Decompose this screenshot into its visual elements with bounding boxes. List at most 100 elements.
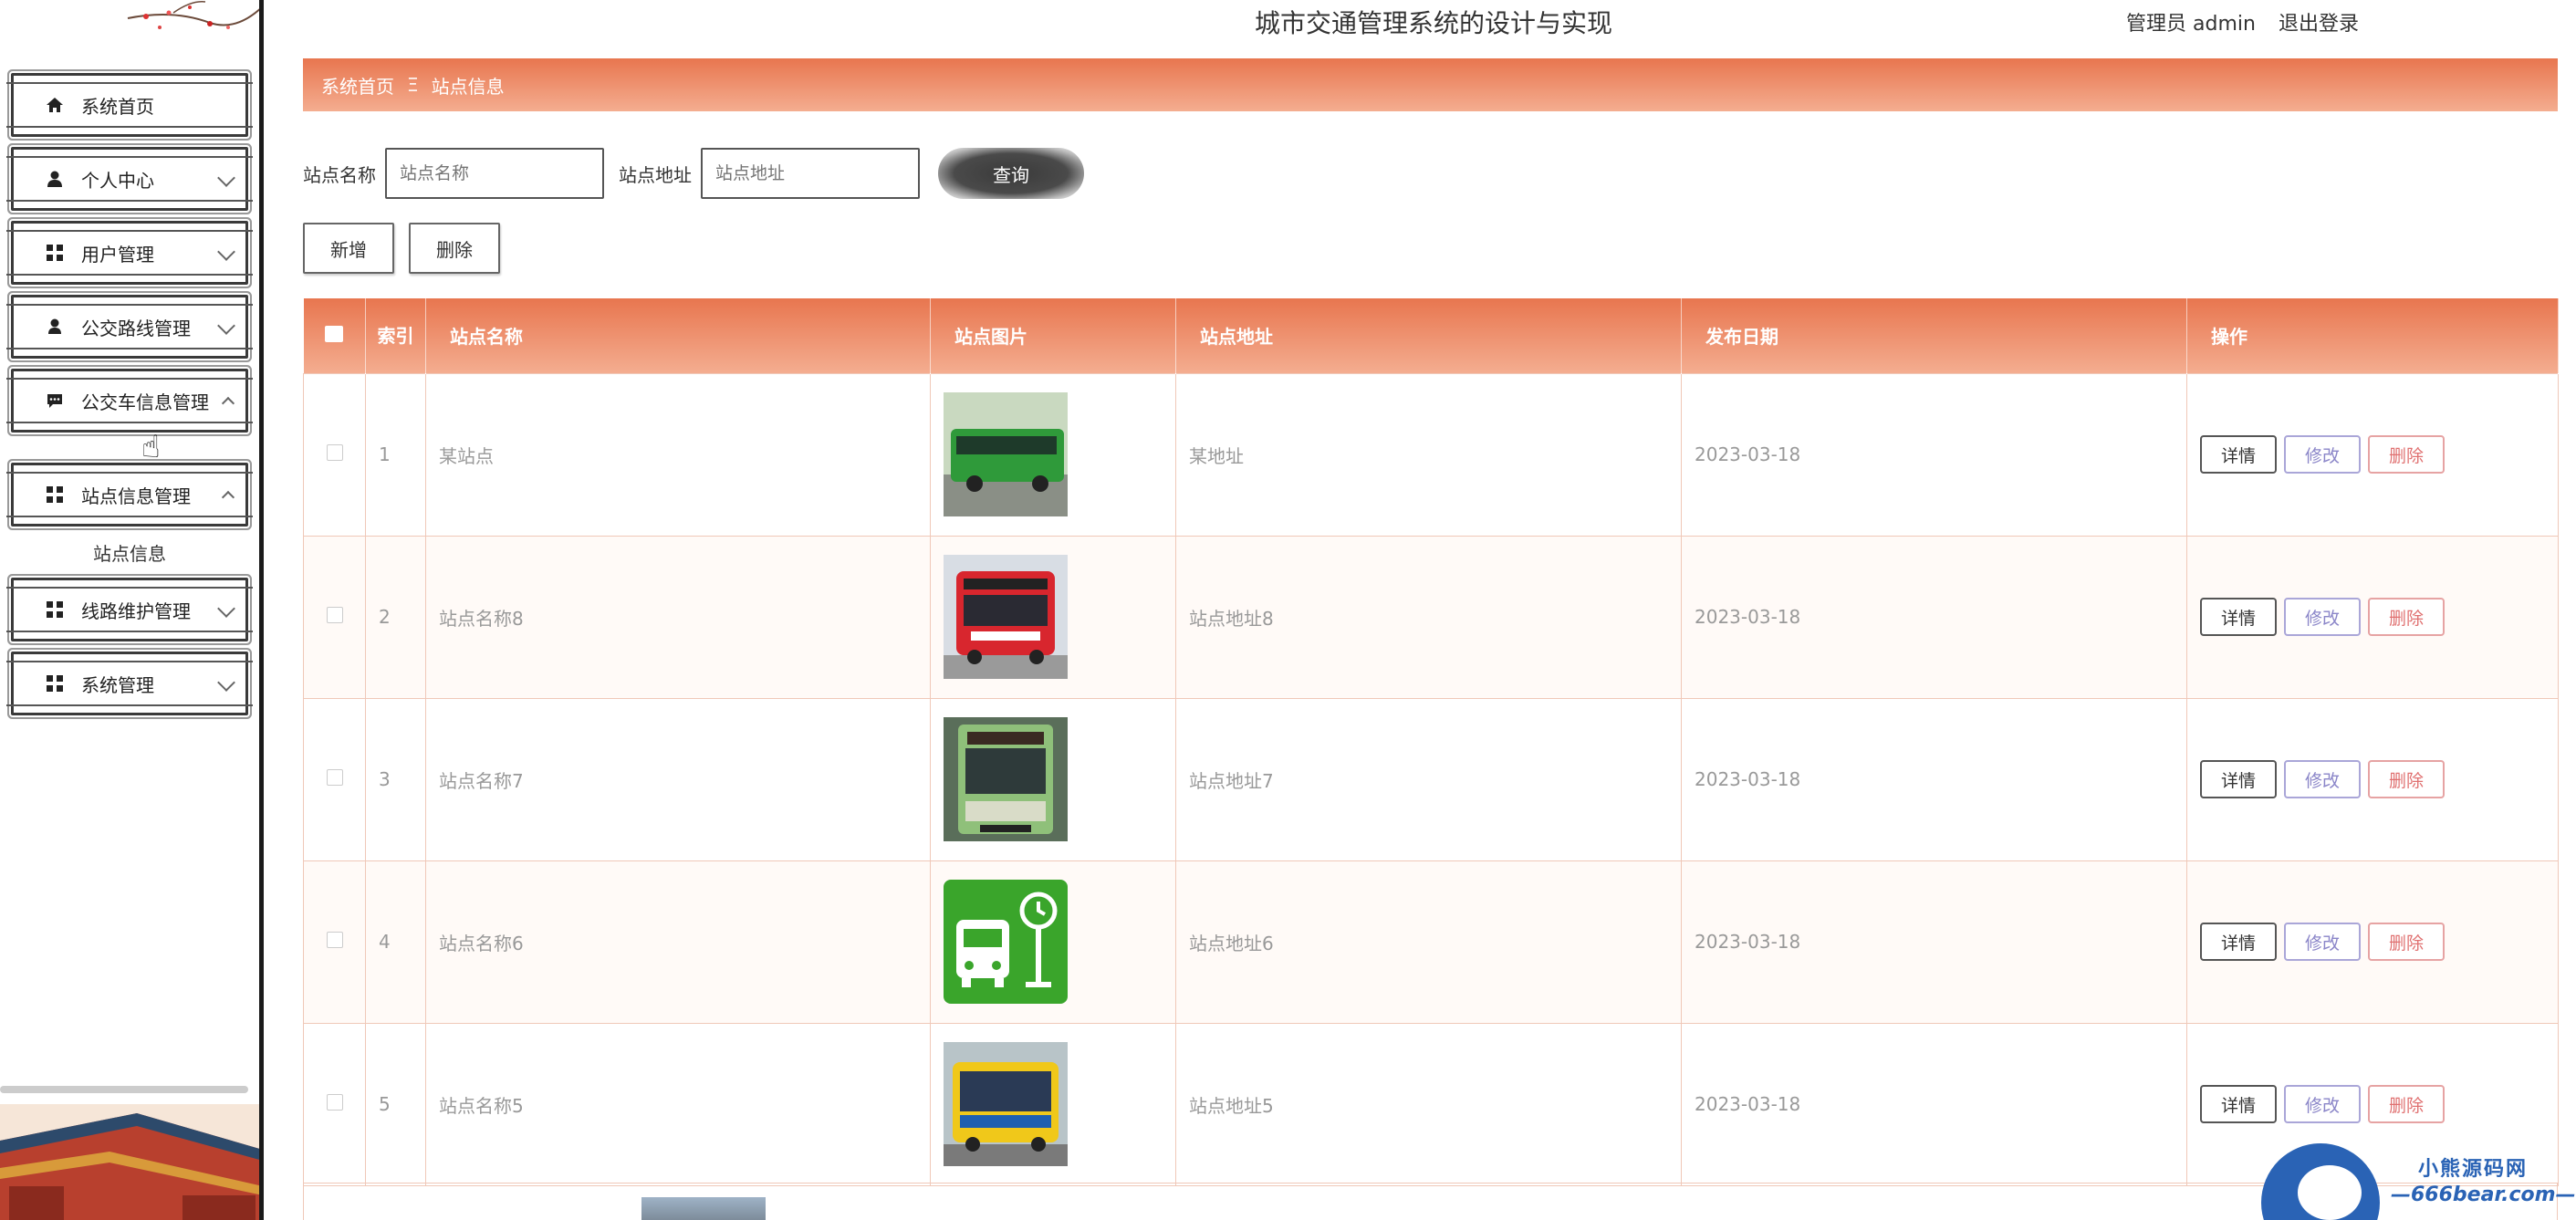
- row-checkbox-cell[interactable]: [303, 697, 366, 861]
- delete-button[interactable]: 删除: [2368, 1085, 2445, 1123]
- sidebar-item-label: 线路维护管理: [81, 600, 191, 622]
- edit-button[interactable]: 修改: [2284, 760, 2361, 798]
- table-row: 2 站点名称8 站点地址8 2023-03-18 详情 修改 删除: [303, 535, 2559, 699]
- name-cell: 站点名称6: [425, 860, 931, 1024]
- row-checkbox-cell[interactable]: [303, 860, 366, 1024]
- add-button[interactable]: 新增: [303, 223, 394, 274]
- sidebar-item-bus-info-management[interactable]: 公交车信息管理: [6, 369, 253, 433]
- row-checkbox-cell[interactable]: [303, 1022, 366, 1186]
- detail-button[interactable]: 详情: [2200, 435, 2277, 474]
- edit-button[interactable]: 修改: [2284, 923, 2361, 961]
- search-bar: 站点名称 站点地址 查询: [303, 148, 1084, 199]
- row-checkbox[interactable]: [326, 932, 343, 948]
- grid-icon: [45, 673, 65, 693]
- person-icon: [45, 169, 65, 189]
- delete-button[interactable]: 删除: [2368, 923, 2445, 961]
- batch-delete-button[interactable]: 删除: [409, 223, 500, 274]
- edit-button[interactable]: 修改: [2284, 1085, 2361, 1123]
- chevron-down-icon: [217, 673, 235, 692]
- bus-stop-image: [944, 880, 1068, 1004]
- station-address-input[interactable]: [701, 148, 920, 199]
- delete-button[interactable]: 删除: [2368, 598, 2445, 636]
- sidebar-border: [259, 0, 264, 1220]
- row-checkbox[interactable]: [326, 769, 343, 786]
- grid-icon: [45, 243, 65, 263]
- date-cell: 2023-03-18: [1681, 372, 2187, 537]
- date-cell: 2023-03-18: [1681, 697, 2187, 861]
- station-address-label: 站点地址: [619, 163, 692, 186]
- index-cell: 1: [365, 372, 426, 537]
- watermark-url: —666bear.com—: [2391, 1184, 2576, 1206]
- grid-icon: [45, 600, 65, 620]
- user-role-name: 管理员 admin: [2126, 13, 2256, 36]
- date-cell: 2023-03-18: [1681, 860, 2187, 1024]
- ops-cell: 详情 修改 删除: [2186, 372, 2559, 537]
- yellow-bus-image: [944, 1042, 1068, 1166]
- sidebar-scrollbar[interactable]: [0, 1086, 248, 1093]
- table-header-row: 索引 站点名称 站点图片 站点地址 发布日期 操作: [303, 298, 2559, 373]
- chevron-down-icon: [217, 169, 235, 187]
- ops-cell: 详情 修改 删除: [2186, 535, 2559, 699]
- column-header-index: 索引: [365, 298, 426, 373]
- name-cell: 站点名称7: [425, 697, 931, 861]
- sidebar: 系统首页 个人中心 用户管理 公交路线管理 公交车信息管理 站点信息管理 站点信…: [0, 0, 263, 1220]
- sidebar-subitem-station-info[interactable]: 站点信息: [11, 539, 248, 566]
- index-cell: 2: [365, 535, 426, 699]
- chevron-down-icon: [217, 243, 235, 261]
- query-button[interactable]: 查询: [938, 148, 1084, 199]
- sidebar-item-route-maintenance[interactable]: 线路维护管理: [6, 578, 253, 641]
- breadcrumb-separator: Ξ: [407, 74, 419, 96]
- name-cell: 某站点: [425, 372, 931, 537]
- sidebar-item-bus-route-management[interactable]: 公交路线管理: [6, 295, 253, 359]
- grid-icon: [45, 485, 65, 505]
- table-row: 4 站点名称6 站点地址6 2023-03-18 详情 修改 删除: [303, 860, 2559, 1024]
- sidebar-item-system-management[interactable]: 系统管理: [6, 652, 253, 715]
- delete-button[interactable]: 删除: [2368, 435, 2445, 474]
- sidebar-item-label: 系统首页: [81, 95, 154, 118]
- logout-link[interactable]: 退出登录: [2279, 13, 2359, 36]
- green-bus-image: [944, 392, 1068, 516]
- palace-roof-decoration: [0, 1104, 263, 1220]
- chevron-up-icon: [221, 396, 235, 411]
- row-checkbox[interactable]: [326, 444, 343, 461]
- row-checkbox[interactable]: [326, 1094, 343, 1111]
- watermark: 小熊源码网 —666bear.com—: [2254, 1136, 2576, 1220]
- detail-button[interactable]: 详情: [2200, 1085, 2277, 1123]
- row-checkbox[interactable]: [326, 607, 343, 623]
- table-row: 1 某站点 某地址 2023-03-18 详情 修改 删除: [303, 372, 2559, 537]
- image-cell: [930, 535, 1176, 699]
- breadcrumb-home[interactable]: 系统首页: [321, 72, 394, 99]
- station-table: 索引 站点名称 站点图片 站点地址 发布日期 操作 1 某站点 某地址 2023…: [303, 298, 2559, 1186]
- delete-button[interactable]: 删除: [2368, 760, 2445, 798]
- edit-button[interactable]: 修改: [2284, 598, 2361, 636]
- index-cell: 3: [365, 697, 426, 861]
- date-cell: 2023-03-18: [1681, 535, 2187, 699]
- chevron-down-icon: [217, 317, 235, 335]
- sidebar-item-user-management[interactable]: 用户管理: [6, 221, 253, 285]
- hand-cursor-icon: ☝: [141, 429, 161, 465]
- sidebar-item-label: 公交车信息管理: [81, 391, 209, 413]
- sidebar-item-label: 站点信息管理: [81, 485, 191, 507]
- detail-button[interactable]: 详情: [2200, 923, 2277, 961]
- image-cell: [930, 372, 1176, 537]
- select-all-checkbox[interactable]: [303, 298, 366, 373]
- person-icon: [45, 317, 65, 337]
- sidebar-item-home[interactable]: 系统首页: [6, 73, 253, 137]
- edit-button[interactable]: 修改: [2284, 435, 2361, 474]
- address-cell: 站点地址8: [1175, 535, 1682, 699]
- name-cell: 站点名称5: [425, 1022, 931, 1186]
- row-checkbox-cell[interactable]: [303, 372, 366, 537]
- sidebar-item-personal-center[interactable]: 个人中心: [6, 147, 253, 211]
- chevron-down-icon: [217, 600, 235, 618]
- image-cell: [930, 1022, 1176, 1186]
- date-cell: 2023-03-18: [1681, 1022, 2187, 1186]
- detail-button[interactable]: 详情: [2200, 760, 2277, 798]
- row-checkbox-cell[interactable]: [303, 535, 366, 699]
- station-name-input[interactable]: [385, 148, 604, 199]
- green-bus-front-image: [944, 717, 1068, 841]
- app-title: 城市交通管理系统的设计与实现: [1255, 8, 1613, 38]
- name-cell: 站点名称8: [425, 535, 931, 699]
- station-name-label: 站点名称: [303, 163, 376, 186]
- detail-button[interactable]: 详情: [2200, 598, 2277, 636]
- sidebar-item-station-info-management[interactable]: 站点信息管理: [6, 463, 253, 527]
